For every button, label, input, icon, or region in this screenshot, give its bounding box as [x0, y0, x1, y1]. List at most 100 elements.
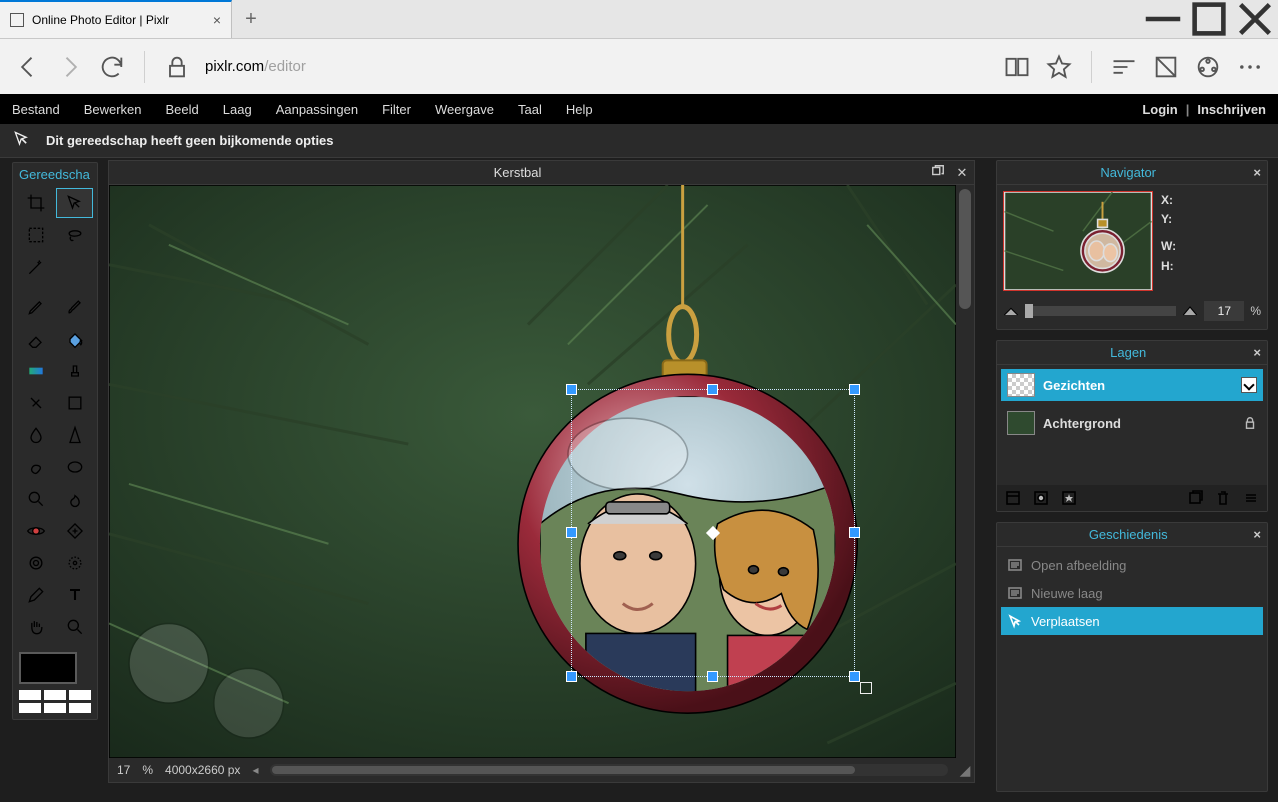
- bloat-tool[interactable]: [17, 548, 54, 578]
- move-tool[interactable]: [56, 188, 93, 218]
- notes-button[interactable]: [1152, 53, 1180, 81]
- layers-more-button[interactable]: [1241, 488, 1261, 508]
- handle-bottom-left[interactable]: [566, 671, 577, 682]
- pinch-tool[interactable]: [56, 548, 93, 578]
- nav-refresh-button[interactable]: [98, 53, 126, 81]
- hand-tool[interactable]: [17, 612, 54, 642]
- login-link[interactable]: Login: [1142, 102, 1177, 117]
- color-switcher[interactable]: [13, 690, 97, 719]
- marquee-tool[interactable]: [17, 220, 54, 250]
- blur-tool[interactable]: [17, 420, 54, 450]
- layer-mask-button[interactable]: [1031, 488, 1051, 508]
- zoom-out-icon[interactable]: [1003, 305, 1019, 317]
- smudge-tool[interactable]: [17, 452, 54, 482]
- handle-top-middle[interactable]: [707, 384, 718, 395]
- zoom-in-icon[interactable]: [1182, 305, 1198, 317]
- vertical-scrollbar[interactable]: [956, 185, 974, 758]
- tab-favicon-icon: [10, 13, 24, 27]
- stamp-tool[interactable]: [56, 356, 93, 386]
- window-close-button[interactable]: [1232, 0, 1278, 38]
- site-info-lock-icon[interactable]: [163, 53, 191, 81]
- menu-bewerken[interactable]: Bewerken: [84, 102, 142, 117]
- window-maximize-button[interactable]: [1186, 0, 1232, 38]
- sharpen-tool[interactable]: [56, 420, 93, 450]
- restore-window-icon[interactable]: [926, 164, 950, 181]
- transform-bounding-box[interactable]: [571, 389, 855, 677]
- menu-laag[interactable]: Laag: [223, 102, 252, 117]
- bucket-tool[interactable]: [56, 324, 93, 354]
- history-item-open[interactable]: Open afbeelding: [1001, 551, 1263, 579]
- canvas-dimensions: 4000x2660 px: [165, 763, 240, 777]
- drawing-tool[interactable]: [56, 388, 93, 418]
- menu-bestand[interactable]: Bestand: [12, 102, 60, 117]
- handle-bottom-middle[interactable]: [707, 671, 718, 682]
- handle-middle-left[interactable]: [566, 527, 577, 538]
- browser-tab[interactable]: Online Photo Editor | Pixlr ×: [0, 0, 232, 38]
- nav-back-button[interactable]: [14, 53, 42, 81]
- menu-help[interactable]: Help: [566, 102, 593, 117]
- layer-item-gezichten[interactable]: Gezichten: [1001, 369, 1263, 401]
- nav-h-label: H:: [1161, 257, 1176, 276]
- brush-tool[interactable]: [56, 292, 93, 322]
- eraser-tool[interactable]: [17, 324, 54, 354]
- signup-link[interactable]: Inschrijven: [1197, 102, 1266, 117]
- replace-color-tool[interactable]: [17, 388, 54, 418]
- zoom-tool[interactable]: [56, 612, 93, 642]
- menu-aanpassingen[interactable]: Aanpassingen: [276, 102, 358, 117]
- delete-layer-button[interactable]: [1213, 488, 1233, 508]
- rotate-handle[interactable]: [860, 682, 872, 694]
- canvas-viewport[interactable]: [109, 185, 956, 758]
- handle-middle-right[interactable]: [849, 527, 860, 538]
- history-item-new-layer[interactable]: Nieuwe laag: [1001, 579, 1263, 607]
- gradient-tool[interactable]: [17, 356, 54, 386]
- history-item-move[interactable]: Verplaatsen: [1001, 607, 1263, 635]
- tab-close-icon[interactable]: ×: [213, 12, 221, 28]
- wand-tool[interactable]: [17, 252, 54, 282]
- menu-filter[interactable]: Filter: [382, 102, 411, 117]
- new-tab-button[interactable]: +: [232, 0, 270, 38]
- new-layer-button[interactable]: [1185, 488, 1205, 508]
- nav-forward-button[interactable]: [56, 53, 84, 81]
- handle-top-right[interactable]: [849, 384, 860, 395]
- navigator-close-icon[interactable]: ×: [1253, 165, 1261, 180]
- lasso-tool[interactable]: [56, 220, 93, 250]
- spot-heal-tool[interactable]: [56, 516, 93, 546]
- hub-button[interactable]: [1110, 53, 1138, 81]
- reading-view-icon[interactable]: [1003, 53, 1031, 81]
- handle-bottom-right[interactable]: [849, 671, 860, 682]
- more-button[interactable]: [1236, 53, 1264, 81]
- menu-taal[interactable]: Taal: [518, 102, 542, 117]
- sponge-tool[interactable]: [56, 452, 93, 482]
- address-bar[interactable]: pixlr.com/editor: [205, 58, 989, 75]
- navigator-title: Navigator: [1003, 165, 1253, 180]
- option-bar-message: Dit gereedschap heeft geen bijkomende op…: [46, 133, 334, 148]
- layers-close-icon[interactable]: ×: [1253, 345, 1261, 360]
- zoom-slider[interactable]: [1025, 306, 1176, 316]
- horizontal-scrollbar[interactable]: [270, 764, 948, 776]
- favorites-star-icon[interactable]: [1045, 53, 1073, 81]
- handle-top-left[interactable]: [566, 384, 577, 395]
- transform-center-icon[interactable]: [706, 526, 720, 540]
- window-minimize-button[interactable]: [1140, 0, 1186, 38]
- colorpicker-tool[interactable]: [17, 580, 54, 610]
- type-tool[interactable]: [56, 580, 93, 610]
- pencil-tool[interactable]: [17, 292, 54, 322]
- layer-styles-button[interactable]: [1059, 488, 1079, 508]
- navigator-thumbnail[interactable]: [1003, 191, 1153, 291]
- layer-item-achtergrond[interactable]: Achtergrond: [1001, 407, 1263, 439]
- dodge-tool[interactable]: [17, 484, 54, 514]
- close-document-icon[interactable]: ✕: [950, 165, 974, 181]
- redeye-tool[interactable]: [17, 516, 54, 546]
- foreground-color-swatch[interactable]: [19, 652, 77, 684]
- layer-visibility-checkbox[interactable]: [1241, 377, 1257, 393]
- burn-tool[interactable]: [56, 484, 93, 514]
- history-close-icon[interactable]: ×: [1253, 527, 1261, 542]
- zoom-value[interactable]: 17: [1204, 301, 1244, 321]
- menu-weergave[interactable]: Weergave: [435, 102, 494, 117]
- share-button[interactable]: [1194, 53, 1222, 81]
- crop-tool[interactable]: [17, 188, 54, 218]
- resize-grip-icon[interactable]: ◢: [956, 758, 974, 782]
- layer-settings-button[interactable]: [1003, 488, 1023, 508]
- menu-beeld[interactable]: Beeld: [166, 102, 199, 117]
- layers-title: Lagen: [1003, 345, 1253, 360]
